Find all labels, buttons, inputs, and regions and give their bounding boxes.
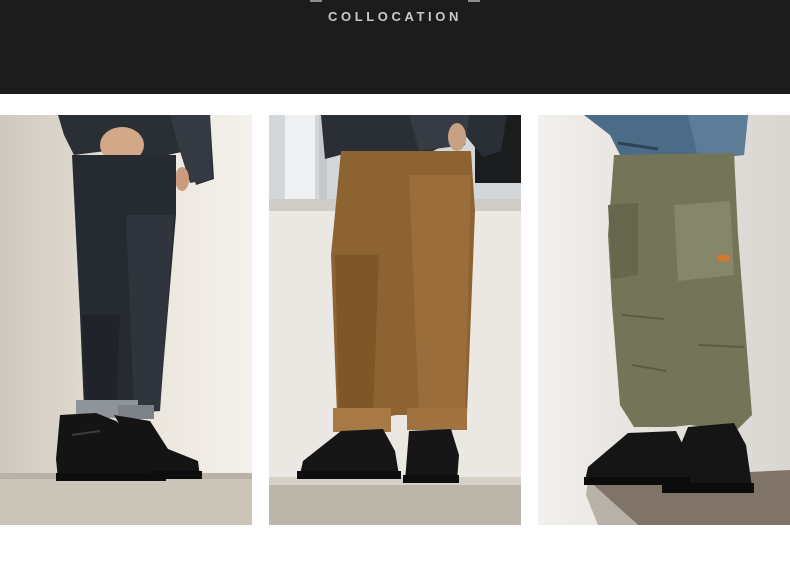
corduroy-pants-boots-photo (269, 115, 521, 525)
banner-decoration (310, 0, 480, 3)
outfit-photo-2 (269, 115, 521, 525)
outfit-photo-1 (0, 115, 252, 525)
banner-title: COLLOCATION (328, 9, 462, 24)
collocation-banner: COLLOCATION (0, 0, 790, 94)
cargo-shape (608, 153, 752, 429)
cargo-pants-boots-photo (538, 115, 790, 525)
outfit-photo-3 (538, 115, 790, 525)
black-jeans-boots-photo (0, 115, 252, 525)
